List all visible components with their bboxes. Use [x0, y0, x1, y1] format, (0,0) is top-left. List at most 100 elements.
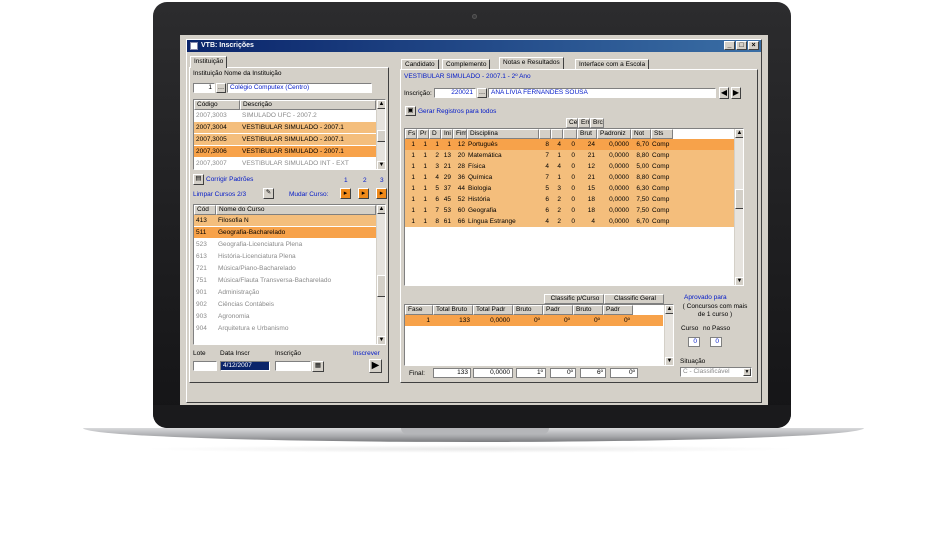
situacao-select[interactable]: C - Classificável — [680, 367, 752, 377]
col-codigo[interactable]: Código — [194, 100, 240, 110]
table-row[interactable]: 1 1 5 37 44 Biologia 5 3 0 15 0,0000 6,30 Comp — [405, 183, 734, 194]
mudar-3-button[interactable]: ▸ — [376, 188, 387, 199]
notas-col-header[interactable]: D — [429, 129, 441, 139]
notas-cell: 61 — [443, 218, 451, 225]
curso-code: 511 — [196, 229, 207, 236]
resultados-scrollbar[interactable]: ▲ ▼ — [664, 305, 673, 365]
close-button[interactable]: × — [748, 41, 759, 50]
list-item[interactable]: 901 Administração — [194, 287, 376, 298]
scroll-down-icon[interactable]: ▼ — [665, 357, 673, 365]
list-item[interactable]: 902 Ciências Contábeis — [194, 299, 376, 310]
result-col-header[interactable]: Fase — [405, 305, 433, 315]
col-err: Err — [578, 118, 590, 128]
table-row[interactable]: 1 1 4 29 36 Química 7 1 0 21 0,0000 8,80 Comp — [405, 172, 734, 183]
list-item[interactable]: 523 Geografia-Licenciatura Plena — [194, 239, 376, 250]
scroll-thumb[interactable] — [377, 275, 385, 297]
notas-col-header[interactable] — [539, 129, 551, 139]
notas-col-header[interactable]: Disciplina — [467, 129, 539, 139]
mudar-1-button[interactable]: ▸ — [340, 188, 351, 199]
table-row[interactable]: 2007,3004 VESTIBULAR SIMULADO - 2007.1 — [194, 122, 376, 133]
prev-record-button[interactable]: ◀ — [719, 87, 729, 99]
insc-lookup-button[interactable]: … — [477, 88, 487, 98]
calendar-icon[interactable]: ▦ — [312, 361, 324, 372]
notas-col-header[interactable]: Pr — [417, 129, 429, 139]
notas-cell: Português — [468, 141, 498, 148]
table-row[interactable]: 1 1 8 61 66 Língua Estrange 4 2 0 4 0,0000 6,70 Comp — [405, 216, 734, 227]
table-row[interactable]: 2007,3005 VESTIBULAR SIMULADO - 2007.1 — [194, 134, 376, 145]
scroll-up-icon[interactable]: ▲ — [735, 129, 743, 138]
list-item[interactable]: 721 Música/Piano-Bacharelado — [194, 263, 376, 274]
list-item[interactable]: 751 Música/Flauta Transversa-Bacharelado — [194, 275, 376, 286]
table-row[interactable]: 2007,3006 VESTIBULAR SIMULADO - 2007.1 — [194, 146, 376, 157]
tab-instituicao[interactable]: Instituição — [190, 56, 228, 68]
table-row[interactable]: 1 1 7 53 60 Geografia 6 2 0 18 0,0000 7,50 Comp — [405, 205, 734, 216]
notas-col-header[interactable]: Brut — [577, 129, 597, 139]
notas-scrollbar[interactable]: ▲ ▼ — [734, 129, 743, 285]
table-row[interactable]: 1 1 1 1 12 Português 8 4 0 24 0,0000 6,70 Comp — [405, 139, 734, 150]
insc-value-field[interactable]: 220021 — [434, 88, 476, 98]
notas-col-header[interactable]: Sts — [651, 129, 673, 139]
inst-lookup-button[interactable]: … — [216, 83, 226, 93]
table-row[interactable]: 1 1 6 45 52 História 6 2 0 18 0,0000 7,50 Comp — [405, 194, 734, 205]
notas-col-header[interactable] — [563, 129, 577, 139]
gerar-link[interactable]: Gerar Registros para todos — [418, 108, 496, 115]
list-item[interactable]: 511 Geografia-Bacharelado — [194, 227, 376, 238]
list-item[interactable]: 613 História-Licenciatura Plena — [194, 251, 376, 262]
limpar-link[interactable]: Limpar Cursos 2/3 — [193, 191, 246, 198]
inst-code-field[interactable]: 1 — [193, 83, 215, 93]
cursos-scrollbar[interactable]: ▲ ▼ — [376, 205, 385, 344]
scroll-down-icon[interactable]: ▼ — [377, 336, 385, 344]
table-row[interactable]: 1 1 3 21 28 Física 4 4 0 12 0,0000 5,00 Comp — [405, 161, 734, 172]
mudar-2-button[interactable]: ▸ — [358, 188, 369, 199]
notas-col-header[interactable]: Not — [631, 129, 651, 139]
scroll-down-icon[interactable]: ▼ — [377, 161, 385, 169]
list-item[interactable]: 903 Agronomia — [194, 311, 376, 322]
result-col-header[interactable]: Bruto — [573, 305, 603, 315]
lote-field[interactable] — [193, 361, 217, 371]
result-col-header[interactable]: Padr — [543, 305, 573, 315]
notas-col-header[interactable]: Fim — [453, 129, 467, 139]
notas-cell: 1 — [423, 141, 427, 148]
scroll-down-icon[interactable]: ▼ — [735, 277, 743, 285]
inscrever-button[interactable]: ▶ — [369, 359, 382, 373]
col-cod[interactable]: Cód — [194, 205, 216, 215]
corrigir-link[interactable]: Corrigir Padrões — [206, 176, 253, 183]
result-col-header[interactable]: Padr — [603, 305, 633, 315]
result-col-header[interactable]: Total Bruto — [433, 305, 473, 315]
table-row[interactable]: 2007,3003 SIMULADO UFC - 2007.2 — [194, 110, 376, 121]
laptop-bezel — [153, 405, 791, 428]
maximize-button[interactable]: □ — [736, 41, 747, 50]
inscricao-field[interactable] — [275, 361, 311, 371]
notas-cell: 1 — [411, 185, 415, 192]
scroll-thumb[interactable] — [377, 130, 385, 142]
pencil-icon[interactable]: ✎ — [263, 188, 274, 199]
simulados-scrollbar[interactable]: ▲ ▼ — [376, 100, 385, 169]
col-descricao[interactable]: Descrição — [240, 100, 376, 110]
next-record-button[interactable]: ▶ — [731, 87, 741, 99]
notas-cell: 6 — [545, 196, 549, 203]
scroll-up-icon[interactable]: ▲ — [377, 100, 385, 109]
save-icon[interactable]: ▣ — [405, 106, 416, 116]
col-nome-curso[interactable]: Nome do Curso — [216, 205, 376, 215]
scroll-up-icon[interactable]: ▲ — [665, 305, 673, 314]
tab-notas[interactable]: Notas e Resultados — [499, 57, 564, 69]
notas-col-header[interactable] — [551, 129, 563, 139]
list-item[interactable]: 413 Filosofia N — [194, 215, 376, 226]
data-inscr-field[interactable]: 4/12/2007 — [220, 361, 270, 371]
scroll-up-icon[interactable]: ▲ — [377, 205, 385, 214]
corrigir-icon[interactable]: ▤ — [193, 174, 204, 185]
notas-cell: 21 — [587, 152, 595, 159]
list-item[interactable]: 904 Arquitetura e Urbanismo — [194, 323, 376, 334]
scroll-thumb[interactable] — [735, 189, 743, 209]
result-col-header[interactable]: Total Padr — [473, 305, 513, 315]
notas-col-header[interactable]: Padroniz — [597, 129, 631, 139]
sim-code: 2007,3003 — [196, 112, 227, 119]
notas-col-header[interactable]: Fs — [405, 129, 417, 139]
chevron-down-icon[interactable]: ▼ — [743, 368, 751, 376]
minimize-button[interactable]: _ — [724, 41, 735, 50]
table-row[interactable]: 1 1 2 13 20 Matemática 7 1 0 21 0,0000 8,80 Comp — [405, 150, 734, 161]
result-row[interactable]: 1 133 0,0000 0º 0º 0º 0º — [405, 315, 663, 326]
notas-col-header[interactable]: Ini — [441, 129, 453, 139]
table-row[interactable]: 2007,3007 VESTIBULAR SIMULADO INT - EXT — [194, 158, 376, 169]
result-col-header[interactable]: Bruto — [513, 305, 543, 315]
